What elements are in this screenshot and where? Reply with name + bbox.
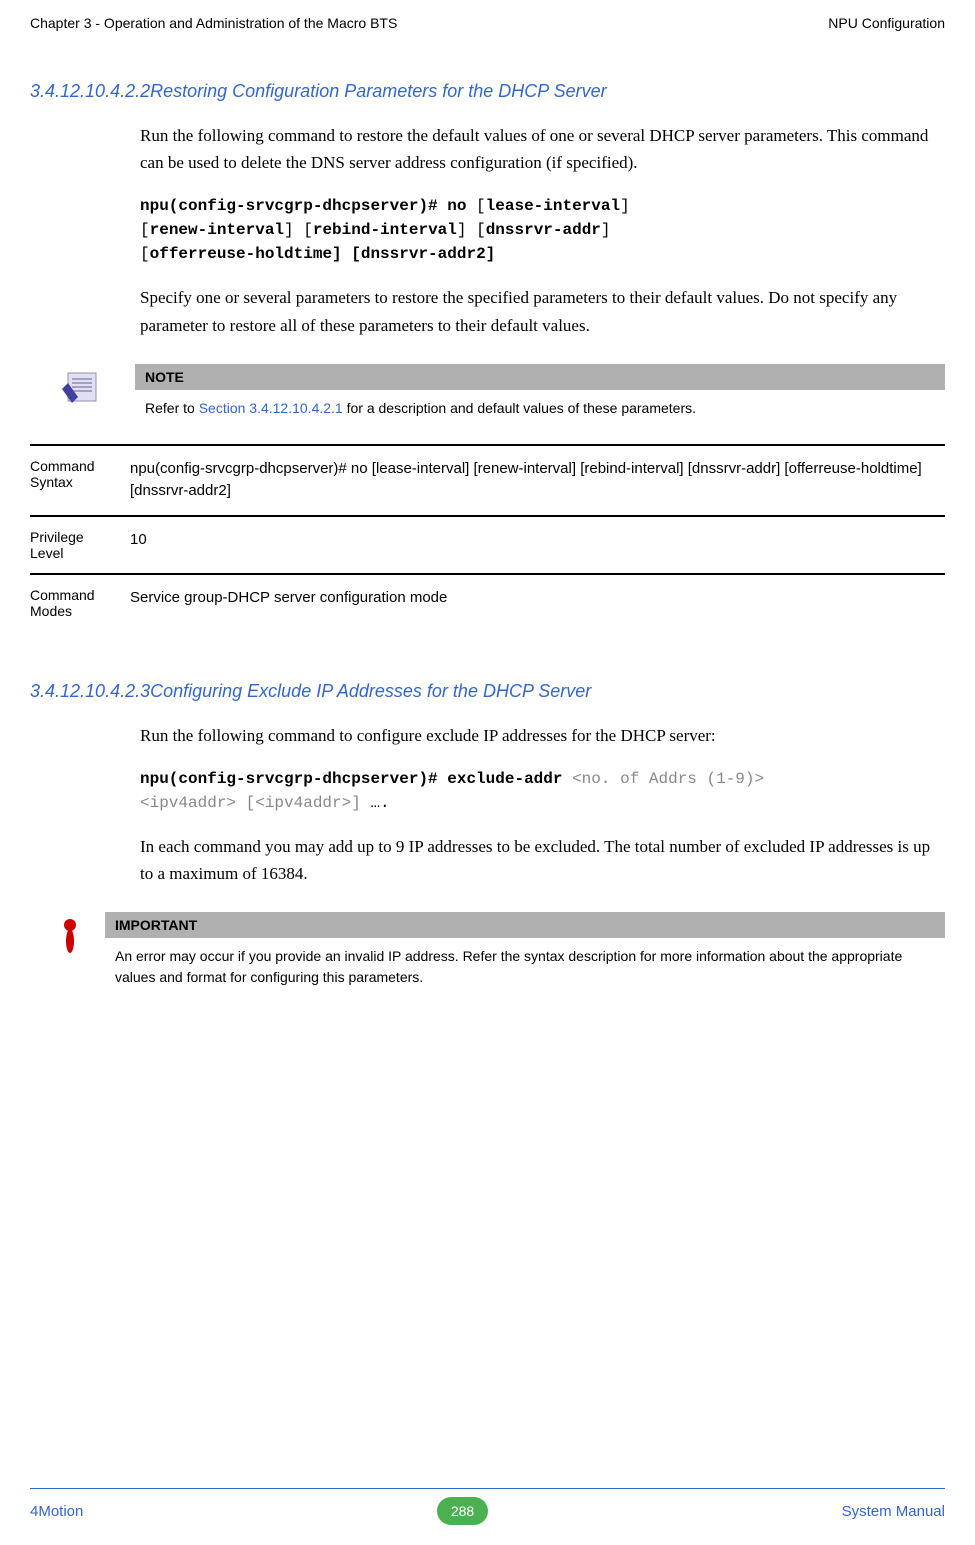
- page-header: Chapter 3 - Operation and Administration…: [30, 0, 945, 31]
- section-number: 3.4.12.10.4.2.3: [30, 681, 150, 701]
- paragraph: Specify one or several parameters to res…: [140, 284, 945, 338]
- header-left: Chapter 3 - Operation and Administration…: [30, 15, 397, 31]
- note-body: Refer to Section 3.4.12.10.4.2.1 for a d…: [135, 398, 945, 419]
- paragraph: Run the following command to restore the…: [140, 122, 945, 176]
- section-title: Configuring Exclude IP Addresses for the…: [150, 681, 591, 701]
- note-content: NOTE Refer to Section 3.4.12.10.4.2.1 fo…: [135, 364, 945, 419]
- privilege-level-value: 10: [130, 529, 945, 561]
- table-row: Command Syntax npu(config-srvcgrp-dhcpse…: [30, 444, 945, 515]
- section-heading-1: 3.4.12.10.4.2.2Restoring Configuration P…: [30, 81, 945, 102]
- table-row: Command Modes Service group-DHCP server …: [30, 573, 945, 631]
- command-syntax-value: npu(config-srvcgrp-dhcpserver)# no [leas…: [130, 458, 945, 503]
- page-number: 288: [437, 1497, 488, 1525]
- code-suffix: ….: [361, 794, 390, 812]
- code-param: renew-interval: [150, 221, 284, 239]
- code-block: npu(config-srvcgrp-dhcpserver)# exclude-…: [140, 767, 945, 815]
- paragraph: In each command you may add up to 9 IP a…: [140, 833, 945, 887]
- note-text-prefix: Refer to: [145, 400, 199, 416]
- command-syntax-label: Command Syntax: [30, 458, 130, 503]
- important-icon: [60, 917, 80, 957]
- section-heading-2: 3.4.12.10.4.2.3Configuring Exclude IP Ad…: [30, 681, 945, 702]
- important-block: IMPORTANT An error may occur if you prov…: [60, 912, 945, 988]
- section-number: 3.4.12.10.4.2.2: [30, 81, 150, 101]
- header-right: NPU Configuration: [828, 15, 945, 31]
- code-block: npu(config-srvcgrp-dhcpserver)# no [leas…: [140, 194, 945, 266]
- code-param: lease-interval: [486, 197, 620, 215]
- code-bold: npu(config-srvcgrp-dhcpserver)# exclude-…: [140, 770, 562, 788]
- important-content: IMPORTANT An error may occur if you prov…: [105, 912, 945, 988]
- important-header: IMPORTANT: [105, 912, 945, 938]
- page-content: Chapter 3 - Operation and Administration…: [0, 0, 975, 1545]
- command-modes-label: Command Modes: [30, 587, 130, 619]
- section-link[interactable]: Section 3.4.12.10.4.2.1: [199, 400, 343, 416]
- code-prefix: npu(config-srvcgrp-dhcpserver)# no: [140, 197, 466, 215]
- page-footer: 4Motion 288 System Manual: [30, 1488, 945, 1525]
- code-param: rebind-interval: [313, 221, 457, 239]
- note-header: NOTE: [135, 364, 945, 390]
- privilege-level-label: Privilege Level: [30, 529, 130, 561]
- command-modes-value: Service group-DHCP server configuration …: [130, 587, 945, 619]
- note-icon: [60, 369, 100, 404]
- code-gray: <no. of Addrs (1-9)>: [572, 770, 764, 788]
- table-row: Privilege Level 10: [30, 515, 945, 573]
- important-body: An error may occur if you provide an inv…: [105, 946, 945, 988]
- footer-right: System Manual: [842, 1503, 945, 1520]
- code-param: dnssrvr-addr: [486, 221, 601, 239]
- note-text-suffix: for a description and default values of …: [343, 400, 696, 416]
- code-gray: <ipv4addr> [<ipv4addr>]: [140, 794, 361, 812]
- command-table: Command Syntax npu(config-srvcgrp-dhcpse…: [30, 444, 945, 631]
- section-title: Restoring Configuration Parameters for t…: [150, 81, 607, 101]
- note-block: NOTE Refer to Section 3.4.12.10.4.2.1 fo…: [60, 364, 945, 419]
- code-param: offerreuse-holdtime] [dnssrvr-addr2]: [150, 245, 496, 263]
- footer-left: 4Motion: [30, 1503, 83, 1520]
- paragraph: Run the following command to configure e…: [140, 722, 945, 749]
